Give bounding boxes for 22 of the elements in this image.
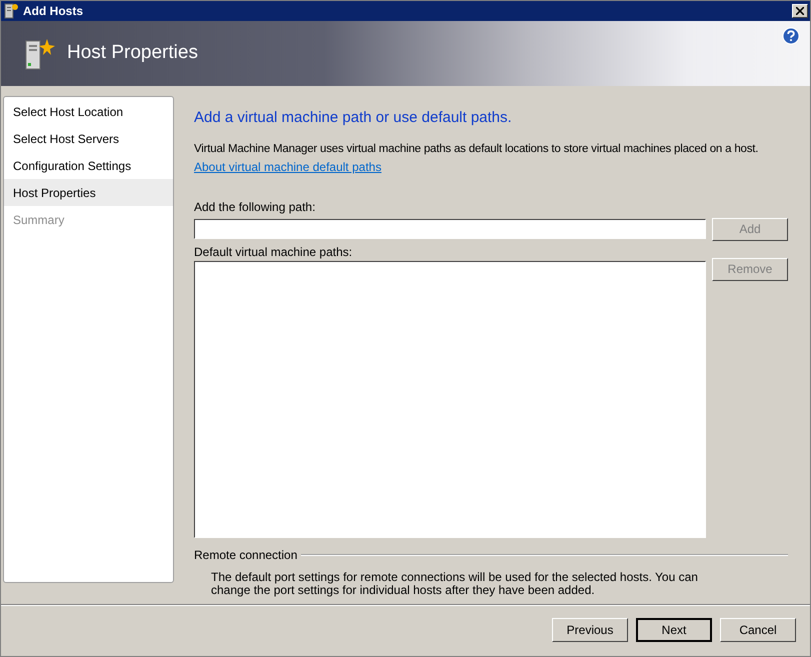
- help-icon[interactable]: [782, 27, 800, 45]
- list-label: Default virtual machine paths:: [194, 244, 354, 261]
- help-link[interactable]: About virtual machine default paths: [194, 158, 382, 176]
- remote-text: The default port settings for remote connections will be used for the selected hosts. You can change the port settings for individual hosts after they have been added.: [210, 570, 699, 597]
- section-title: Remote connection: [194, 546, 298, 564]
- wizard-step[interactable]: Configuration Settings: [4, 152, 173, 179]
- field-label: Add the following path:: [194, 198, 316, 216]
- description-text: Virtual Machine Manager uses virtual machine paths as default locations to store virtual machines placed on a host.: [194, 142, 760, 156]
- server-icon: [3, 3, 19, 19]
- wizard-step[interactable]: Select Host Servers: [4, 125, 173, 152]
- page-heading: Add a virtual machine path or use default paths.: [194, 108, 513, 128]
- page-title: Host Properties: [67, 41, 198, 66]
- wizard-step[interactable]: Host Properties: [4, 179, 173, 206]
- path-field[interactable]: [194, 218, 706, 239]
- close-icon: [796, 7, 804, 15]
- close-button[interactable]: [792, 4, 808, 18]
- wizard-button[interactable]: Cancel: [720, 618, 796, 642]
- wizard-button[interactable]: Next: [636, 618, 712, 642]
- server-icon: [23, 36, 55, 70]
- wizard-step[interactable]: Select Host Location: [4, 98, 173, 125]
- window-title: Add Hosts: [23, 3, 83, 20]
- wizard-button[interactable]: Previous: [552, 618, 628, 642]
